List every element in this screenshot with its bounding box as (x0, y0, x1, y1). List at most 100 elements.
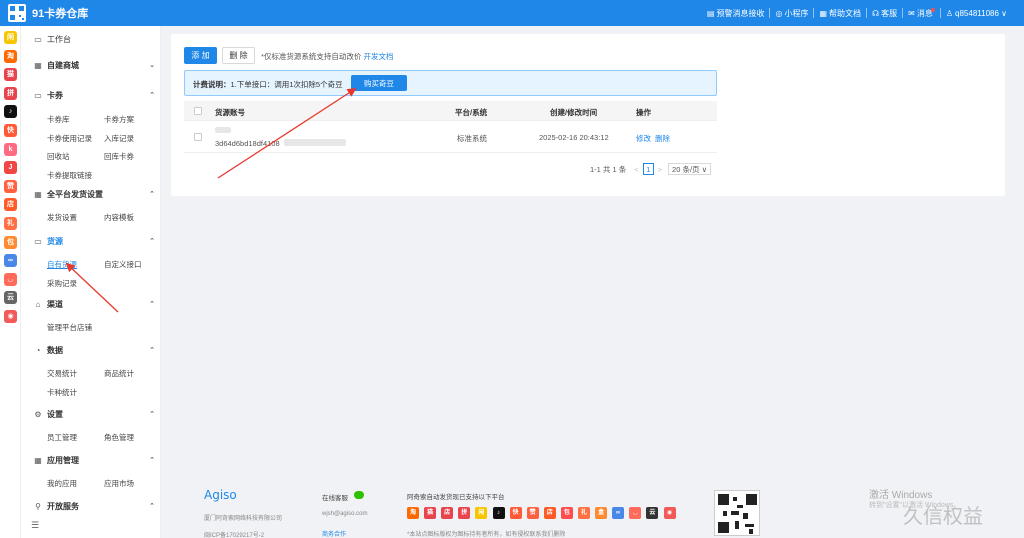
sidebar-item-workbench[interactable]: ▭ 工作台 (33, 32, 155, 46)
platform-store-icon[interactable]: 店 (4, 198, 17, 212)
buy-beans-button[interactable]: 购买奇豆 (351, 75, 407, 91)
nav-item-1[interactable]: ◎ 小程序 (770, 8, 813, 19)
sidebar-subitem[interactable]: 卡券提取链接 (47, 170, 92, 181)
nav-item-5[interactable]: ♙ q854811086 ∨ (941, 9, 1012, 18)
collapse-sidebar-icon[interactable]: ☰ (31, 520, 39, 531)
platform-bag-icon[interactable]: 包 (4, 235, 17, 249)
sidebar-subitem[interactable]: 角色管理 (104, 432, 134, 443)
platform-link-icon[interactable]: ∞ (4, 254, 17, 268)
footer-company: 厦门阿奇索网络科技有限公司 (204, 516, 283, 522)
sidebar-subitem[interactable]: 回库卡券 (104, 151, 134, 162)
source-icon: ▭ (34, 236, 42, 246)
pagination-summary: 1-1 共 1 条 (590, 164, 627, 174)
business-link[interactable]: 商务合作 (322, 529, 346, 538)
sidebar-section-0[interactable]: ▦ 自建商城 ⌄ (33, 58, 155, 72)
sidebar-section-2[interactable]: ▦ 全平台发货设置 ⌃ (33, 187, 155, 201)
nav-item-4[interactable]: ✉ 消息 (903, 8, 940, 19)
add-button[interactable]: 添 加 (184, 47, 217, 64)
footer-bag-icon: 包 (560, 507, 573, 519)
shop-icon: ▦ (34, 60, 42, 70)
sidebar-subitem[interactable]: 员工管理 (47, 432, 77, 443)
footer-red-icon: ◉ (663, 507, 676, 519)
sidebar-section-6[interactable]: ⚙ 设置 ⌃ (33, 407, 155, 421)
sidebar-subitem[interactable]: 交易统计 (47, 368, 77, 379)
sidebar-subitem[interactable]: 卡券方案 (104, 114, 134, 125)
overlay-watermark: 久信权益 (903, 504, 983, 528)
sidebar-subitem[interactable]: 管理平台店铺 (47, 322, 92, 333)
sidebar-subitem[interactable]: 回收站 (47, 151, 70, 162)
miniprogram-icon: ◎ (775, 8, 783, 18)
sidebar-subitem[interactable]: 自定义接口 (104, 259, 142, 270)
chevron-up-icon: ⌃ (149, 191, 155, 198)
monitor-icon: ▭ (34, 34, 42, 44)
platform-cloud-icon[interactable]: 云 (4, 291, 17, 305)
platform-jd-icon[interactable]: J (4, 161, 17, 175)
sidebar-section-1[interactable]: ▭ 卡券 ⌃ (33, 88, 155, 102)
sidebar-subitem[interactable]: 内容模板 (104, 212, 134, 223)
nav-item-0[interactable]: ▤ 预警消息接收 (702, 8, 770, 19)
sidebar-section-5[interactable]: ◔ 数据 ⌃ (33, 343, 155, 357)
sidebar-subitem[interactable]: 入库记录 (104, 133, 134, 144)
unread-dot (930, 8, 935, 12)
sidebar-subitem[interactable]: 卡种统计 (47, 387, 77, 398)
platform-red-icon[interactable]: ◉ (4, 310, 17, 323)
dev-doc-link[interactable]: 开发文档 (364, 52, 394, 61)
platform-douyin-icon[interactable]: ♪ (4, 105, 17, 119)
next-page-button[interactable]: > (658, 165, 662, 174)
platform-ks-icon[interactable]: k (4, 142, 17, 156)
page-1-button[interactable]: 1 (642, 163, 654, 175)
redacted-block (215, 127, 231, 133)
page-size-select[interactable]: 20 条/页 ∨ (668, 163, 712, 175)
sidebar-subitem[interactable]: 采购记录 (47, 278, 77, 289)
nav-item-3[interactable]: ☊ 客服 (867, 8, 902, 19)
nav-item-2[interactable]: ▦ 帮助文档 (814, 8, 866, 19)
footer-email[interactable]: wjsh@agiso.com (322, 511, 367, 517)
sidebar-section-8[interactable]: ⚲ 开放服务 ⌃ (33, 499, 155, 513)
platform-taobao-icon[interactable]: 淘 (4, 49, 17, 63)
footer-taobao-icon: 淘 (407, 507, 419, 519)
chevron-up-icon: ⌃ (149, 301, 155, 308)
footer-box-icon: 盒 (595, 507, 608, 519)
platform-tmall-icon[interactable]: 猫 (4, 68, 17, 82)
footer-icp[interactable]: 闽ICP备17029217号-2 (204, 530, 264, 538)
sidebar-subitem[interactable]: 卡券库 (47, 114, 70, 125)
prev-page-button[interactable]: < (634, 165, 638, 174)
platform-like-icon[interactable]: 赞 (4, 179, 17, 193)
card-icon: ▭ (34, 90, 42, 100)
select-all-checkbox[interactable] (194, 107, 202, 115)
footer-ks-icon: 快 (509, 507, 522, 519)
sidebar-section-4[interactable]: ⌂ 渠道 ⌃ (33, 297, 155, 311)
redacted-block (284, 139, 346, 146)
footer-douyin-icon: ♪ (492, 507, 505, 519)
footer-xianyu-icon: 闲 (475, 507, 488, 519)
doc-icon: ▦ (819, 8, 828, 18)
sidebar-section-3[interactable]: ▭ 货源 ⌃ (33, 234, 155, 248)
sidebar-subitem[interactable]: 卡券使用记录 (47, 133, 92, 144)
edit-link[interactable]: 修改 (636, 133, 651, 144)
sidebar-subitem[interactable]: 我的应用 (47, 478, 77, 489)
row-platform: 标准系统 (457, 134, 487, 143)
pagination: 1-1 共 1 条 < 1 > 20 条/页 ∨ (590, 163, 712, 175)
chevron-up-icon: ⌃ (149, 238, 155, 245)
row-checkbox[interactable] (194, 133, 202, 141)
sidebar-subitem[interactable]: 商品统计 (104, 368, 134, 379)
delete-button[interactable]: 删 除 (222, 47, 255, 64)
platform-pdd-icon[interactable]: 拼 (4, 86, 17, 100)
sidebar-section-7[interactable]: ▦ 应用管理 ⌃ (33, 453, 155, 467)
wechat-icon[interactable] (354, 491, 364, 499)
chevron-up-icon: ⌃ (149, 457, 155, 464)
toolbar-note: *仅标准货源系统支持自动改价 开发文档 (261, 52, 394, 61)
footer-brand: Agiso (204, 488, 237, 502)
online-service-label: 在线客服 (322, 495, 348, 502)
sidebar-subitem[interactable]: 发货设置 (47, 212, 77, 223)
sidebar-subitem[interactable]: 应用市场 (104, 478, 134, 489)
sidebar-subitem[interactable]: 自有货源 (47, 259, 77, 270)
platform-kuaishou-icon[interactable]: 快 (4, 124, 17, 137)
top-bar: 91卡券仓库 ▤ 预警消息接收 ◎ 小程序 ▦ 帮助文档 ☊ 客服 ✉ 消息 ♙ q854811086… (0, 0, 1024, 26)
platform-xianyu-icon[interactable]: 闲 (4, 31, 17, 44)
delete-link[interactable]: 删除 (655, 133, 670, 144)
logo[interactable]: 91卡券仓库 (0, 0, 160, 26)
platform-bot-icon[interactable]: ◡ (4, 272, 17, 286)
clipboard-icon: ▤ (706, 8, 715, 18)
platform-gift-icon[interactable]: 礼 (4, 217, 17, 230)
